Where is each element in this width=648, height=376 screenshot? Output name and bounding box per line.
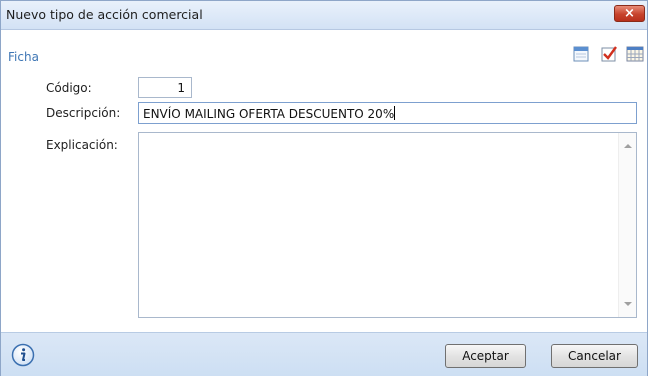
codigo-value: 1 — [177, 81, 185, 95]
text-cursor — [394, 106, 396, 120]
close-icon: × — [624, 6, 635, 21]
calendar-icon[interactable] — [572, 45, 590, 63]
title-bar[interactable]: Nuevo tipo de acción comercial × — [1, 1, 647, 30]
codigo-label: Código: — [46, 81, 92, 95]
tab-ficha[interactable]: Ficha — [8, 50, 39, 64]
scroll-down-icon[interactable] — [624, 302, 632, 306]
codigo-field[interactable]: 1 — [138, 77, 192, 98]
window-title: Nuevo tipo de acción comercial — [6, 7, 203, 22]
descripcion-label: Descripción: — [46, 106, 121, 120]
cancel-button[interactable]: Cancelar — [551, 344, 638, 368]
grid-calendar-icon[interactable] — [626, 45, 644, 63]
checklist-icon[interactable] — [600, 45, 618, 63]
explicacion-scrollbar[interactable] — [618, 133, 636, 317]
descripcion-field[interactable]: ENVÍO MAILING OFERTA DESCUENTO 20% — [138, 102, 637, 124]
descripcion-value: ENVÍO MAILING OFERTA DESCUENTO 20% — [143, 107, 395, 121]
explicacion-textarea[interactable] — [138, 132, 637, 318]
scroll-up-icon[interactable] — [624, 144, 632, 148]
accept-button[interactable]: Aceptar — [445, 344, 526, 368]
dialog-window: Nuevo tipo de acción comercial × Ficha C… — [0, 0, 648, 376]
info-icon[interactable] — [11, 343, 35, 367]
explicacion-label: Explicación: — [46, 138, 118, 152]
dialog-footer: Aceptar Cancelar — [1, 332, 647, 376]
close-button[interactable]: × — [614, 5, 645, 22]
